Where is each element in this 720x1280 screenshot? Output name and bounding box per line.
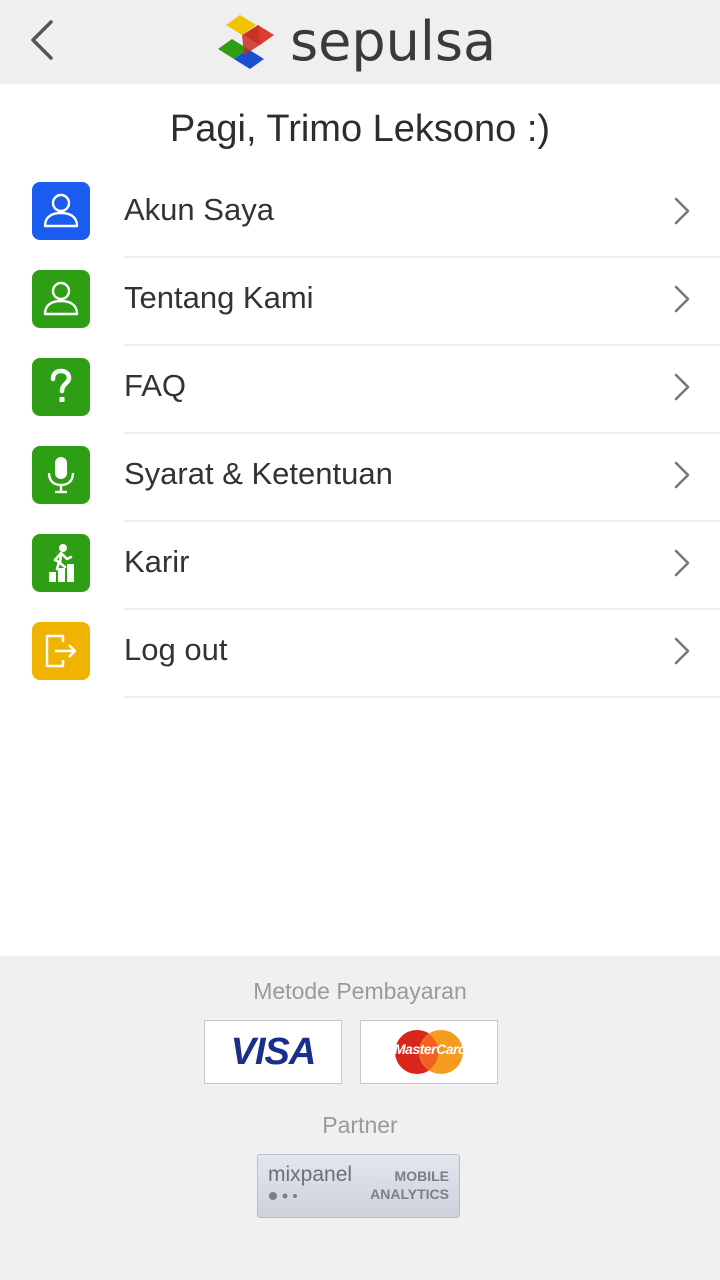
menu-icon-bg xyxy=(32,534,90,592)
menu-item-label: Tentang Kami xyxy=(124,280,314,315)
menu-item-tentang-kami[interactable]: Tentang Kami xyxy=(0,258,720,346)
chevron-right-icon xyxy=(674,197,690,225)
visa-logo: VISA xyxy=(204,1020,342,1084)
mixpanel-analytics-text: ANALYTICS xyxy=(370,1186,449,1202)
chevron-right-icon xyxy=(674,637,690,665)
mixpanel-badge: mixpanel MOBILE ANALYTICS xyxy=(257,1154,460,1218)
question-icon xyxy=(50,368,72,402)
mastercard-logo: MasterCard xyxy=(360,1020,498,1084)
visa-text: VISA xyxy=(230,1030,317,1073)
menu-item-akun-saya[interactable]: Akun Saya xyxy=(0,170,720,258)
chevron-right-icon xyxy=(674,549,690,577)
menu-item-label: Akun Saya xyxy=(124,192,274,227)
user-icon xyxy=(43,193,79,228)
chevron-right-icon xyxy=(674,285,690,313)
menu-icon-bg xyxy=(32,446,90,504)
menu-item-syarat-ketentuan[interactable]: Syarat & Ketentuan xyxy=(0,434,720,522)
app-header: sepulsa xyxy=(0,0,720,84)
chevron-right-icon xyxy=(674,461,690,489)
menu-item-label: FAQ xyxy=(124,368,187,403)
logo-mark-icon xyxy=(218,15,274,69)
sepulsa-logo: sepulsa xyxy=(218,6,496,78)
mastercard-text: MasterCard xyxy=(393,1041,467,1057)
menu-list: Akun Saya Tentang Kami FAQ Syarat & Kete… xyxy=(0,170,720,698)
menu-item-karir[interactable]: Karir xyxy=(0,522,720,610)
microphone-icon xyxy=(47,457,75,494)
chevron-left-icon xyxy=(31,20,53,60)
user-icon xyxy=(43,281,79,316)
chevron-right-icon xyxy=(674,373,690,401)
menu-item-log-out[interactable]: Log out xyxy=(0,610,720,698)
back-button[interactable] xyxy=(22,18,62,62)
mixpanel-dots-icon xyxy=(269,1192,297,1200)
mixpanel-brand-text: mixpanel xyxy=(268,1163,353,1186)
menu-icon-bg xyxy=(32,270,90,328)
menu-item-label: Karir xyxy=(124,544,190,579)
logo-text: sepulsa xyxy=(290,10,497,73)
menu-icon-bg xyxy=(32,358,90,416)
payment-methods-label: Metode Pembayaran xyxy=(253,978,467,1004)
menu-item-label: Syarat & Ketentuan xyxy=(124,456,393,491)
menu-icon-bg xyxy=(32,182,90,240)
menu-item-faq[interactable]: FAQ xyxy=(0,346,720,434)
partner-label: Partner xyxy=(322,1112,398,1138)
footer: Metode Pembayaran VISA MasterCard Partne… xyxy=(0,956,720,1280)
greeting-title: Pagi, Trimo Leksono :) xyxy=(169,108,551,150)
mixpanel-mobile-text: MOBILE xyxy=(394,1168,449,1184)
menu-icon-bg xyxy=(32,622,90,680)
logout-icon xyxy=(45,634,77,668)
menu-item-label: Log out xyxy=(124,632,228,667)
career-icon xyxy=(49,544,74,582)
divider xyxy=(124,696,720,698)
